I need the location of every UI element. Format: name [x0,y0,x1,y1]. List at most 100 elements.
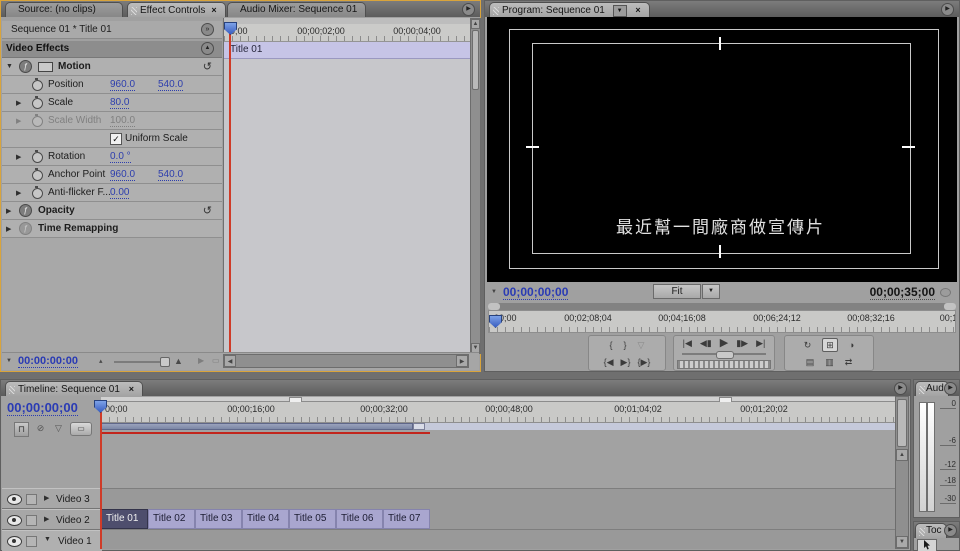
disclosure-right-icon[interactable]: ▶ [6,207,11,215]
panel-menu-icon[interactable]: ▶ [944,524,957,537]
program-video-area[interactable]: 最近幫一間廠商做宣傳片 [487,17,957,282]
disclosure-right-icon[interactable]: ▶ [44,515,49,523]
go-to-out-button[interactable]: ▶| [756,337,765,349]
fit-dropdown-icon[interactable]: ▼ [702,284,720,299]
selection-tool-button[interactable] [917,539,937,551]
stopwatch-icon[interactable] [32,152,43,163]
ec-current-time[interactable]: 00:00:00:00 [18,355,78,368]
jog-disk[interactable] [677,360,771,369]
disclosure-right-icon[interactable]: ▶ [16,153,21,161]
set-out-point-button[interactable]: } [624,339,627,351]
timeline-current-time[interactable]: 00;00;00;00 [7,400,78,416]
panel-menu-icon[interactable]: ▶ [941,3,954,16]
go-to-prev-marker-button[interactable]: {◀ [604,356,614,368]
effect-toggle-icon[interactable]: ƒ [19,60,32,73]
rotation-value[interactable]: 0.0 ° [110,151,131,163]
collapse-section-icon[interactable]: ▲ [201,42,214,55]
clip-title-04[interactable]: Title 04 [242,509,289,529]
disclosure-right-icon[interactable]: ▶ [6,225,11,233]
trim-button[interactable]: ⇄ [845,356,853,368]
snap-toggle-icon[interactable]: ⊓ [14,422,29,437]
effect-row-motion[interactable]: ▼ ƒ Motion ↺ [2,58,222,76]
reset-icon[interactable]: ↺ [203,60,212,73]
safe-margins-button[interactable]: ⊞ [822,338,838,352]
track-header-video1[interactable]: ▼ Video 1 ▦ ◀ ◆ ▶ [2,530,102,551]
scroll-right-icon[interactable]: ▶ [456,355,468,367]
disclosure-right-icon[interactable]: ▶ [44,494,49,502]
anchor-y-value[interactable]: 540.0 [158,169,183,181]
go-to-in-button[interactable]: |◀ [683,337,692,349]
param-row-rotation[interactable]: ▶ Rotation 0.0 ° [2,148,222,166]
cti-menu-icon[interactable]: ▼ [491,289,497,295]
param-row-anti-flicker[interactable]: ▶ Anti-flicker F... 0.00 [2,184,222,202]
track-video3[interactable] [101,488,895,511]
scroll-down-icon[interactable]: ▼ [896,536,908,548]
clip-title-01[interactable]: Title 01 [101,509,148,529]
panel-menu-icon[interactable]: ▶ [944,382,957,395]
param-row-uniform-scale[interactable]: ✓ Uniform Scale [2,130,222,148]
position-y-value[interactable]: 540.0 [158,79,183,91]
ec-hscrollbar[interactable]: ◀ ▶ [223,354,469,368]
zoom-in-icon[interactable]: ▲ [174,356,183,366]
track-video2[interactable]: Title 01 Title 02 Title 03 Title 04 Titl… [101,509,895,530]
clip-title-03[interactable]: Title 03 [195,509,242,529]
zoom-slider-track[interactable] [114,361,166,363]
track-header-video2[interactable]: ▶ Video 2 [2,509,102,530]
param-row-anchor-point[interactable]: Anchor Point 960.0 540.0 [2,166,222,184]
scroll-left-icon[interactable]: ◀ [224,355,236,367]
effect-toggle-icon[interactable]: ƒ [19,204,32,217]
eye-icon[interactable] [7,536,22,547]
panel-menu-icon[interactable]: ▶ [462,3,475,16]
clip-title-05[interactable]: Title 05 [289,509,336,529]
work-area-end-handle[interactable] [413,423,425,430]
stopwatch-icon[interactable] [32,188,43,199]
ec-mini-clip-bar[interactable]: Title 01 [224,42,471,59]
anti-flicker-value[interactable]: 0.00 [110,187,129,199]
scroll-handle[interactable] [944,303,956,310]
tab-effect-controls[interactable]: Effect Controls× [127,2,226,17]
eye-icon[interactable] [7,515,22,526]
reset-icon[interactable]: ↺ [203,204,212,217]
encore-marker-icon[interactable]: ⊘ [34,422,47,435]
disclosure-right-icon[interactable]: ▶ [16,99,21,107]
program-ruler[interactable]: 00;00 00;02;08;04 00;04;16;08 00;06;24;1… [488,310,956,333]
zoom-slider-handle[interactable] [160,357,170,367]
close-icon[interactable]: × [635,5,640,15]
position-x-value[interactable]: 960.0 [110,79,135,91]
uniform-scale-checkbox[interactable]: ✓ [110,133,122,145]
timeline-ruler[interactable]: 00;00 00;00;16;00 00;00;32;00 00;00;48;0… [101,402,895,423]
stopwatch-icon[interactable] [32,170,43,181]
play-button[interactable]: ▶ [720,337,728,349]
panel-menu-icon[interactable]: ▶ [894,382,907,395]
disclosure-down-icon[interactable]: ▼ [44,536,51,543]
program-current-time[interactable]: 00;00;00;00 [503,285,568,300]
tab-source[interactable]: Source: (no clips) [5,2,123,17]
param-row-scale[interactable]: ▶ Scale 80.0 [2,94,222,112]
step-back-button[interactable]: ◀▮ [700,337,712,349]
fit-select[interactable]: Fit [653,284,701,299]
tab-audio-mixer[interactable]: Audio Mixer: Sequence 01 [227,2,366,17]
anchor-x-value[interactable]: 960.0 [110,169,135,181]
set-in-point-button[interactable]: { [610,339,613,351]
timeline-vscrollbar[interactable]: ▲ ▼ [895,396,909,549]
effect-row-opacity[interactable]: ▶ ƒ Opacity ↺ [2,202,222,220]
output-button[interactable]: ◑ [849,339,854,351]
disclosure-down-icon[interactable]: ▼ [6,63,13,70]
tab-program[interactable]: Program: Sequence 01 ▼ × [489,2,650,17]
track-header-video3[interactable]: ▶ Video 3 [2,488,102,509]
set-marker-icon[interactable]: ▽ [52,422,65,435]
scale-value[interactable]: 80.0 [110,97,129,109]
scroll-handle[interactable] [488,303,500,310]
toggle-button[interactable]: ▭ [70,422,92,436]
effect-row-time-remapping[interactable]: ▶ ƒ Time Remapping [2,220,222,238]
work-area-bar[interactable] [101,423,413,430]
ec-vscrollbar[interactable]: ▲ ▼ [470,18,481,354]
loop-button[interactable]: ↻ [804,339,812,351]
param-row-position[interactable]: Position 960.0 540.0 [2,76,222,94]
cti-menu-icon[interactable]: ▼ [6,358,12,364]
shuttle-handle[interactable] [716,351,734,359]
zoom-out-icon[interactable]: ▴ [99,357,103,365]
clip-title-06[interactable]: Title 06 [336,509,383,529]
go-to-next-marker-button[interactable]: ▶} [621,356,631,368]
tab-tools[interactable]: Toc [915,523,947,538]
